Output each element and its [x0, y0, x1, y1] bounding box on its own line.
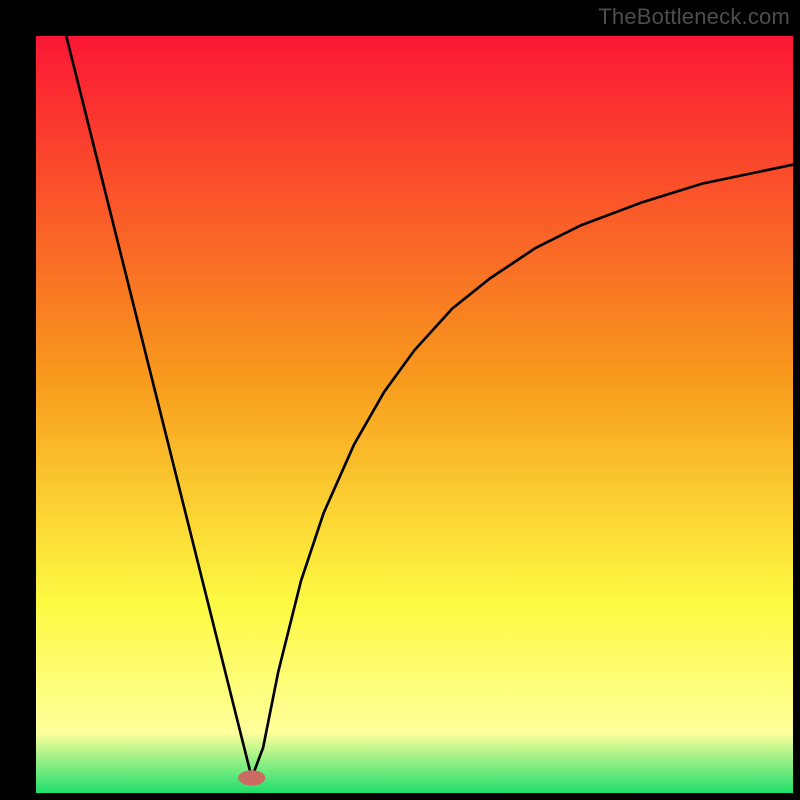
watermark-text: TheBottleneck.com [598, 4, 790, 30]
bottleneck-curve-chart [36, 36, 793, 793]
gradient-background [36, 36, 793, 793]
plot-area [36, 36, 793, 793]
chart-frame: TheBottleneck.com [0, 0, 800, 800]
minimum-marker [238, 770, 265, 785]
